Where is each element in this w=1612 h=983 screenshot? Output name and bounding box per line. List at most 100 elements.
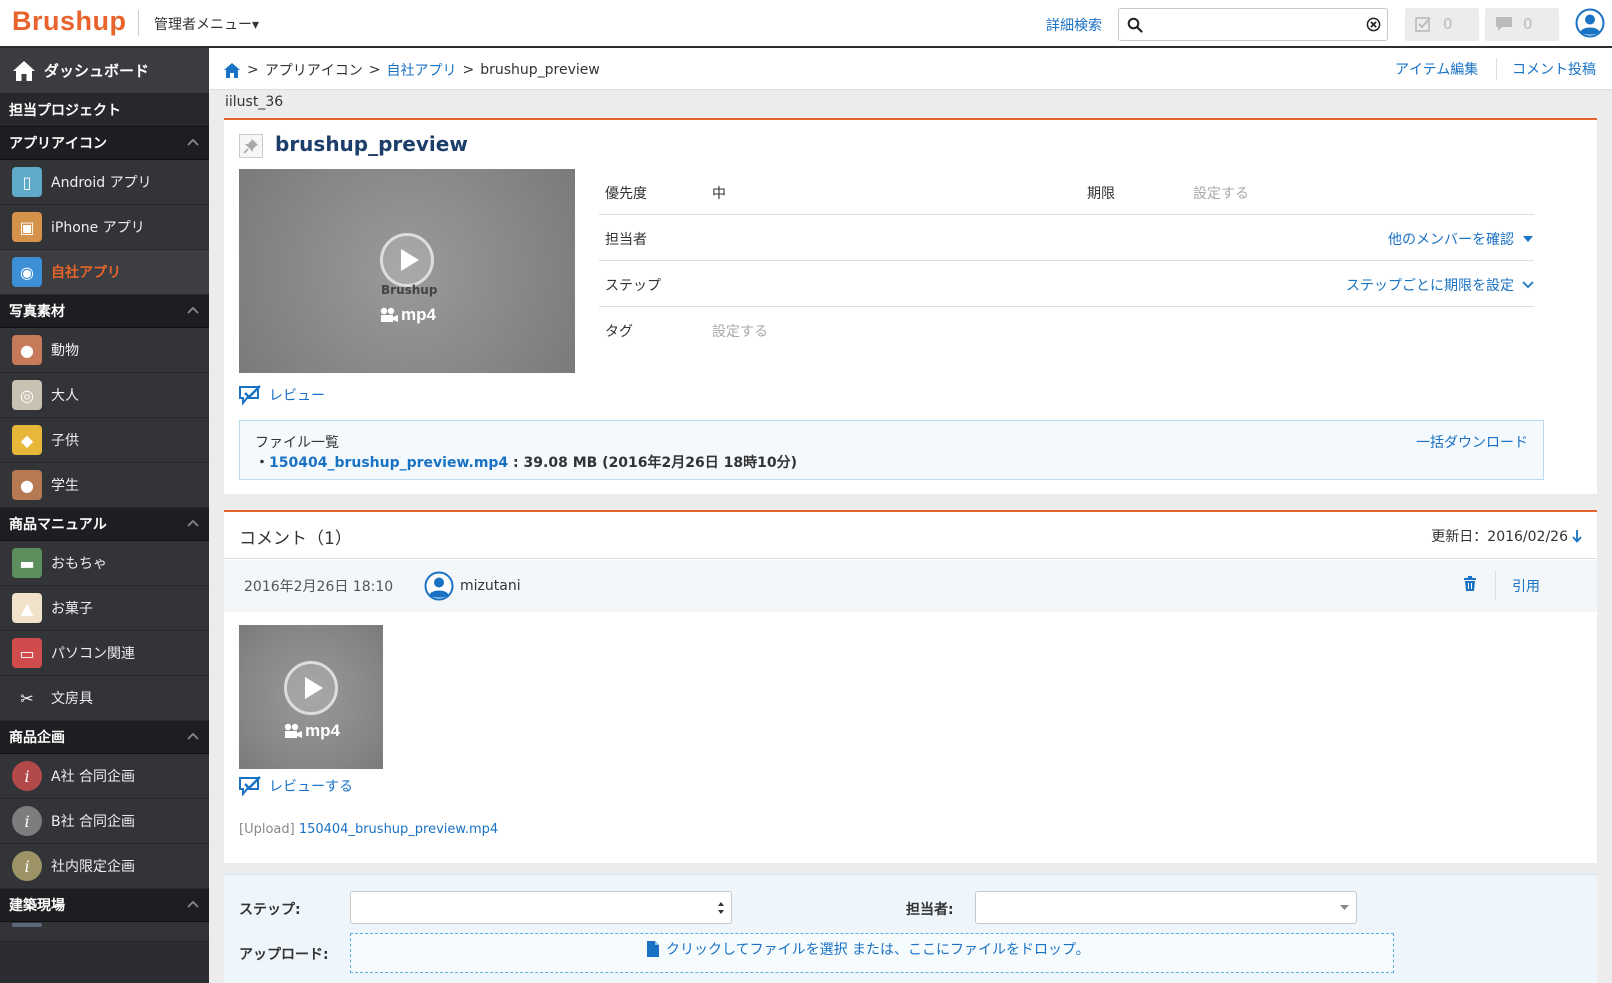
company-app-icon: ◉ — [12, 257, 42, 287]
sidebar-section-header[interactable]: 建築現場 — [0, 889, 209, 922]
breadcrumb-separator: > — [247, 62, 259, 78]
comment-panel: コメント（1） 更新日：2016/02/26 2016年2月26日 18:10 … — [224, 510, 1597, 863]
chevron-up-icon[interactable] — [187, 732, 199, 740]
user-avatar-icon[interactable] — [1575, 8, 1605, 38]
priority-value[interactable]: 中 — [712, 183, 726, 203]
task-counter[interactable]: 0 — [1405, 8, 1479, 41]
dropzone-text: クリックしてファイルを選択 または、ここにファイルをドロップ。 — [666, 942, 1090, 958]
sidebar-section-header[interactable]: 写真素材 — [0, 295, 209, 328]
sort-by-updated[interactable]: 更新日：2016/02/26 — [1431, 526, 1582, 546]
sidebar-item[interactable]: ● 動物 — [0, 328, 209, 373]
item-title: brushup_preview — [275, 132, 468, 156]
sidebar: ダッシュボード 担当プロジェクト アプリアイコン ▯ Android アプリ ▣ iPh… — [0, 48, 209, 983]
sidebar-item[interactable]: i B社 合同企画 — [0, 799, 209, 844]
search-input[interactable] — [1149, 14, 1349, 36]
search-box[interactable] — [1118, 8, 1388, 41]
sidebar-item[interactable]: ◆ 子供 — [0, 418, 209, 463]
sidebar-section-header[interactable]: 商品企画 — [0, 721, 209, 754]
item-edit-link[interactable]: アイテム編集 — [1395, 59, 1478, 79]
glasses-face-icon: ◎ — [12, 380, 42, 410]
triangle-down-icon — [1523, 236, 1533, 242]
sidebar-item-label: 動物 — [51, 343, 79, 359]
sidebar-my-projects[interactable]: 担当プロジェクト — [0, 94, 209, 127]
sidebar-item-dashboard[interactable]: ダッシュボード — [0, 48, 209, 94]
review-label: レビュー — [269, 388, 325, 404]
home-icon — [13, 60, 35, 81]
pin-button[interactable] — [239, 134, 263, 158]
breadcrumb-item-company-app[interactable]: 自社アプリ — [386, 60, 456, 80]
top-header: Brushup 管理者メニュー▾ 詳細検索 0 0 — [0, 0, 1612, 48]
comment-date: 2016年2月26日 18:10 — [244, 579, 394, 595]
assignee-select[interactable] — [975, 891, 1357, 924]
review-link[interactable]: レビュー — [239, 385, 325, 405]
monkey-icon: ● — [12, 335, 42, 365]
format-label: mp4 — [401, 305, 436, 324]
sidebar-item-label: A社 合同企画 — [51, 769, 136, 785]
step-select[interactable] — [350, 891, 732, 924]
other-members-toggle[interactable]: 他のメンバーを確認 — [1388, 229, 1534, 249]
upload-prefix: [Upload] — [239, 822, 299, 837]
home-icon[interactable] — [223, 62, 241, 79]
step-deadline-toggle[interactable]: ステップごとに期限を設定 — [1346, 275, 1534, 295]
assignee-label: 担当者 — [605, 232, 647, 248]
deadline-value[interactable]: 設定する — [1193, 183, 1249, 203]
chevron-up-icon[interactable] — [187, 306, 199, 314]
comment-counter[interactable]: 0 — [1485, 8, 1559, 41]
info-olive-icon: i — [12, 851, 42, 881]
upload-field-label: アップロード: — [239, 947, 329, 963]
file-link[interactable]: 150404_brushup_preview.mp4 — [269, 455, 508, 471]
divider — [1495, 570, 1496, 600]
admin-menu-dropdown[interactable]: 管理者メニュー▾ — [154, 14, 259, 34]
sidebar-section-header[interactable]: アプリアイコン — [0, 127, 209, 160]
chevron-up-icon[interactable] — [187, 138, 199, 146]
breadcrumb-bar: > アプリアイコン > 自社アプリ > brushup_preview アイテム… — [209, 48, 1612, 90]
quote-button[interactable]: 引用 — [1512, 576, 1540, 596]
comment-user[interactable]: mizutani — [424, 571, 521, 601]
advanced-search-link[interactable]: 詳細検索 — [1046, 15, 1102, 35]
breadcrumb-item-current: brushup_preview — [480, 62, 600, 78]
sidebar-item-label: 学生 — [51, 478, 79, 494]
review-it-label: レビューする — [269, 779, 353, 795]
sidebar-item[interactable]: ▬ おもちゃ — [0, 541, 209, 586]
sidebar-item[interactable]: i A社 合同企画 — [0, 754, 209, 799]
review-it-link[interactable]: レビューする — [239, 776, 353, 796]
sidebar-item[interactable]: ● 学生 — [0, 463, 209, 508]
sidebar-item[interactable]: ▲ お菓子 — [0, 586, 209, 631]
brushup-logo[interactable]: Brushup — [12, 6, 127, 37]
assignee-field-label: 担当者: — [906, 902, 954, 918]
clear-search-icon[interactable] — [1366, 17, 1381, 32]
logo-divider — [138, 10, 139, 36]
sidebar-item[interactable]: ▭ パソコン関連 — [0, 631, 209, 676]
breadcrumb-separator: > — [368, 62, 381, 78]
info-red-icon: i — [12, 761, 42, 791]
triangle-down-icon — [1340, 905, 1349, 910]
sidebar-item[interactable]: i 社内限定企画 — [0, 844, 209, 889]
comment-post-link[interactable]: コメント投稿 — [1512, 59, 1596, 79]
bulk-download-link[interactable]: 一括ダウンロード — [1416, 432, 1528, 452]
item-code: iilust_36 — [225, 94, 284, 110]
sidebar-item[interactable]: ◎ 大人 — [0, 373, 209, 418]
sidebar-item-label: 社内限定企画 — [51, 859, 135, 875]
sidebar-item[interactable]: ◉ 自社アプリ — [0, 250, 209, 295]
tag-label: タグ — [605, 324, 633, 340]
comment-heading: コメント（1） 更新日：2016/02/26 — [224, 512, 1597, 559]
upload-note: [Upload] 150404_brushup_preview.mp4 — [239, 822, 498, 837]
sidebar-item[interactable]: ▯ Android アプリ — [0, 160, 209, 205]
comment-attachment-thumbnail[interactable]: mp4 — [239, 625, 383, 769]
video-camera-icon — [380, 307, 398, 322]
updated-date: 更新日：2016/02/26 — [1431, 529, 1568, 545]
tag-value[interactable]: 設定する — [712, 321, 768, 341]
sidebar-section-header[interactable]: 商品マニュアル — [0, 508, 209, 541]
breadcrumb-item-app-icon[interactable]: アプリアイコン — [265, 60, 363, 80]
duck-icon: ◆ — [12, 425, 42, 455]
chevron-up-icon[interactable] — [187, 900, 199, 908]
preview-thumbnail[interactable]: Brushup mp4 — [239, 169, 575, 373]
sidebar-item[interactable]: ✂ 文房具 — [0, 676, 209, 721]
trash-icon[interactable] — [1463, 576, 1477, 592]
file-dropzone[interactable]: クリックしてファイルを選択 または、ここにファイルをドロップ。 — [350, 933, 1394, 973]
sidebar-item[interactable]: ▣ iPhone アプリ — [0, 205, 209, 250]
upload-file-link[interactable]: 150404_brushup_preview.mp4 — [299, 822, 498, 837]
chevron-up-icon[interactable] — [187, 519, 199, 527]
play-icon — [305, 677, 323, 699]
sidebar-item-partial[interactable] — [0, 922, 209, 942]
